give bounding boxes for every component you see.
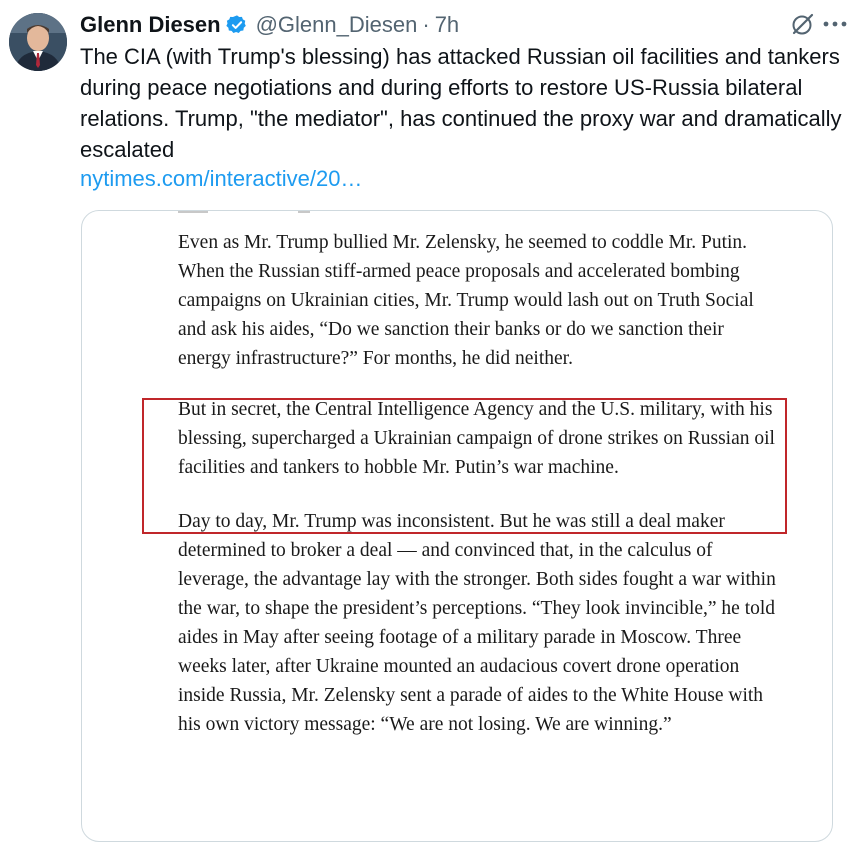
header-separator: ·: [422, 12, 430, 37]
media-card[interactable]: Even as Mr. Trump bullied Mr. Zelensky, …: [81, 210, 833, 842]
grok-icon[interactable]: [790, 11, 816, 37]
verified-badge-icon: [225, 15, 246, 33]
article-link[interactable]: nytimes.com/interactive/20…: [80, 163, 362, 194]
more-icon[interactable]: [820, 11, 850, 37]
article-paragraph: Day to day, Mr. Trump was inconsistent. …: [178, 511, 776, 735]
timestamp[interactable]: 7h: [435, 12, 459, 38]
avatar[interactable]: [9, 13, 67, 71]
tweet-text: The CIA (with Trump's blessing) has atta…: [80, 44, 842, 162]
highlight-box: [142, 398, 787, 534]
article-paragraph: Even as Mr. Trump bullied Mr. Zelensky, …: [178, 232, 754, 369]
tweet-header: Glenn Diesen @Glenn_Diesen · 7h: [80, 11, 459, 39]
author-name[interactable]: Glenn Diesen: [80, 12, 221, 38]
cropped-text-fragment: [178, 211, 310, 213]
author-handle[interactable]: @Glenn_Diesen: [256, 12, 418, 38]
profile-photo-icon: [9, 13, 67, 71]
